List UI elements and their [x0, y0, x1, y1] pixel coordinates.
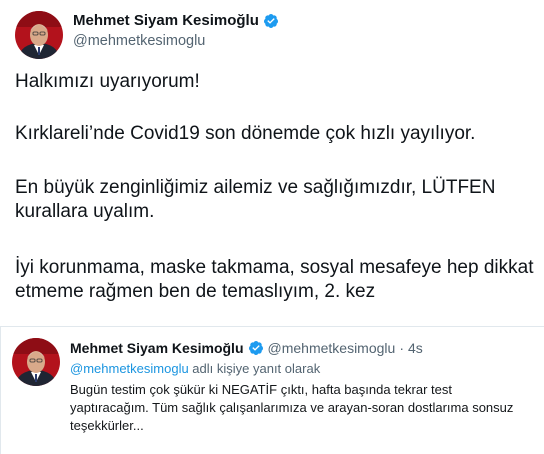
reply-context-label: adlı kişiye yanıt olarak — [188, 361, 321, 376]
mention-link[interactable]: @mehmetkesimoglu — [70, 361, 189, 376]
separator — [0, 318, 544, 326]
reply-header: Mehmet Siyam Kesimoğlu @mehmetkesimoglu … — [70, 340, 423, 356]
handle[interactable]: @mehmetkesimoglu — [268, 340, 396, 356]
display-name[interactable]: Mehmet Siyam Kesimoğlu — [70, 340, 244, 356]
main-tweet: Mehmet Siyam Kesimoğlu @mehmetkesimoglu … — [0, 0, 544, 318]
reply-tweet[interactable]: Mehmet Siyam Kesimoğlu @mehmetkesimoglu … — [1, 327, 544, 454]
author-info: Mehmet Siyam Kesimoğlu @mehmetkesimoglu — [73, 12, 279, 49]
verified-badge-icon — [263, 13, 279, 29]
tweet-paragraph: En büyük zenginliğimiz ailemiz ve sağlığ… — [15, 177, 496, 222]
reply-context: @mehmetkesimoglu adlı kişiye yanıt olara… — [70, 361, 320, 376]
verified-badge-icon — [248, 340, 264, 356]
reply-text: Bugün testim çok şükür ki NEGATİF çıktı,… — [70, 382, 514, 433]
tweet-paragraph: Kırklareli’nde Covid19 son dönemde çok h… — [15, 123, 476, 144]
display-name[interactable]: Mehmet Siyam Kesimoğlu — [73, 12, 259, 29]
separator-dot: · — [399, 340, 404, 356]
avatar[interactable] — [15, 11, 63, 59]
tweet-paragraph: Halkımızı uyarıyorum! — [15, 71, 200, 92]
handle[interactable]: @mehmetkesimoglu — [73, 33, 279, 49]
avatar[interactable] — [12, 338, 60, 386]
timestamp[interactable]: 4s — [408, 340, 423, 356]
tweet-paragraph: İyi korunmama, maske takmama, sosyal mes… — [15, 257, 534, 302]
